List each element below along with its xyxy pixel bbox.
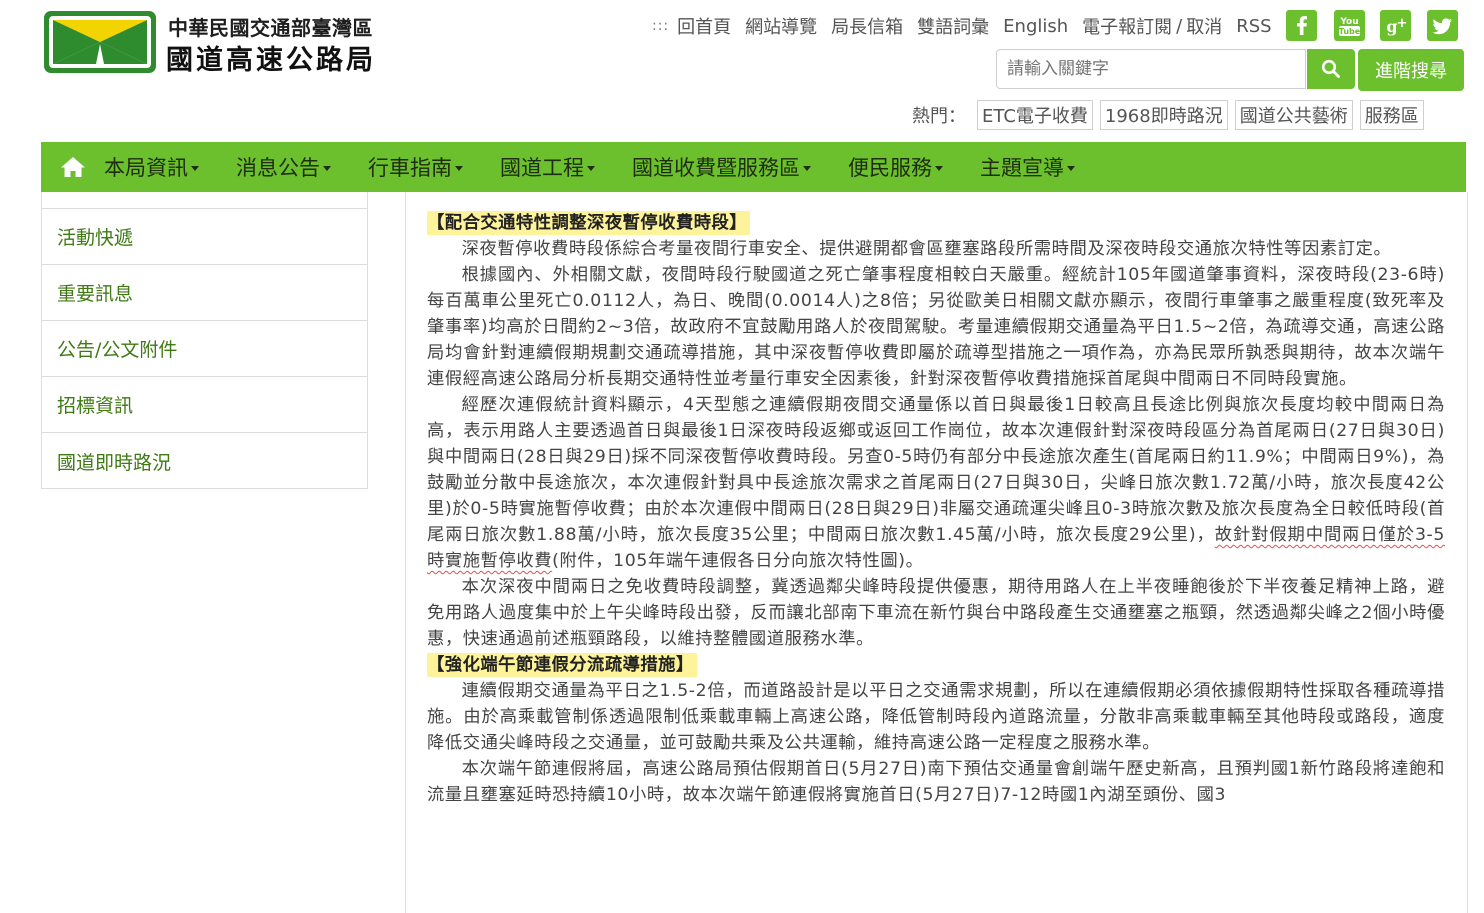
nav-news[interactable]: 消息公告 [236, 152, 331, 182]
link-newsletter-subscribe[interactable]: 電子報訂閱 [1082, 13, 1172, 39]
nav-label: 國道工程 [500, 156, 584, 180]
section-heading: 【配合交通特性調整深夜暫停收費時段】 [427, 211, 751, 235]
twitter-icon [1427, 10, 1458, 41]
nav-promotions[interactable]: 主題宣導 [980, 152, 1075, 182]
nav-label: 行車指南 [368, 156, 452, 180]
caret-down-icon [587, 165, 595, 171]
sidebar-item-realtime-traffic[interactable]: 國道即時路況 [42, 433, 367, 489]
link-separator: / [1176, 15, 1183, 37]
advanced-search-button[interactable]: 進階搜尋 [1358, 49, 1464, 91]
hot-keywords-label: 熱門： [912, 106, 966, 127]
nav-public-services[interactable]: 便民服務 [848, 152, 943, 182]
caret-down-icon [935, 165, 943, 171]
paragraph: 本次深夜中間兩日之免收費時段調整，冀透過鄰尖峰時段提供優惠，期待用路人在上半夜睡… [427, 577, 1445, 649]
hot-tag-1968-traffic[interactable]: 1968即時路況 [1099, 100, 1228, 130]
facebook-icon [1286, 10, 1317, 41]
search-input[interactable] [996, 49, 1306, 89]
paragraph: 根據國內、外相關文獻，夜間時段行駛國道之死亡肇事程度相較白天嚴重。經統計105年… [427, 265, 1445, 389]
freeway-bureau-logo-icon [44, 11, 156, 73]
search-icon [1321, 59, 1340, 78]
caret-down-icon [323, 165, 331, 171]
svg-text:+: + [1397, 16, 1408, 31]
caret-down-icon [191, 165, 199, 171]
paragraph-text: (附件，105年端午連假各日分向旅次特性圖)。 [552, 551, 924, 571]
top-utility-links: ::: 回首頁 網站導覽 局長信箱 雙語詞彙 English 電子報訂閱 / 取… [652, 12, 1272, 40]
twitter-link[interactable] [1427, 10, 1458, 41]
nav-freeway-engineering[interactable]: 國道工程 [500, 152, 595, 182]
nav-home-button[interactable] [41, 142, 104, 192]
paragraph-text: 經歷次連假統計資料顯示，4天型態之連續假期夜間交通量係以首日與最後1日較高且長途… [427, 395, 1445, 545]
search-button[interactable] [1307, 49, 1355, 89]
sidebar-top-divider [42, 192, 367, 209]
main-nav: 本局資訊 消息公告 行車指南 國道工程 國道收費暨服務區 便民服務 主題宣導 [41, 142, 1466, 192]
nav-driving-guide[interactable]: 行車指南 [368, 152, 463, 182]
nav-bureau-info[interactable]: 本局資訊 [104, 152, 199, 182]
sidebar-item-announcements[interactable]: 公告/公文附件 [42, 321, 367, 377]
logo-line-2: 國道高速公路局 [166, 45, 376, 76]
paragraph: 連續假期交通量為平日之1.5-2倍，而道路設計是以平日之交通需求規劃，所以在連續… [427, 681, 1445, 753]
sidebar-item-activities[interactable]: 活動快遞 [42, 209, 367, 265]
logo-line-1: 中華民國交通部臺灣區 [168, 16, 373, 40]
hot-tag-etc[interactable]: ETC電子收費 [977, 100, 1093, 130]
caret-down-icon [455, 165, 463, 171]
nav-toll-service-area[interactable]: 國道收費暨服務區 [632, 152, 811, 182]
paragraph: 經歷次連假統計資料顯示，4天型態之連續假期夜間交通量係以首日與最後1日較高且長途… [427, 392, 1445, 574]
svg-text:Tube: Tube [1339, 27, 1361, 36]
google-plus-icon: g + [1380, 10, 1411, 41]
article-body: 【配合交通特性調整深夜暫停收費時段】 深夜暫停收費時段係綜合考量夜間行車安全、提… [427, 210, 1445, 808]
section-heading: 【強化端午節連假分流疏導措施】 [427, 653, 697, 677]
nav-label: 消息公告 [236, 156, 320, 180]
link-newsletter-unsubscribe[interactable]: 取消 [1186, 13, 1222, 39]
nav-label: 本局資訊 [104, 156, 188, 180]
google-plus-link[interactable]: g + [1380, 10, 1411, 41]
link-home[interactable]: 回首頁 [677, 13, 731, 39]
nav-label: 便民服務 [848, 156, 932, 180]
youtube-icon: You Tube [1334, 10, 1365, 41]
link-rss[interactable]: RSS [1236, 16, 1271, 37]
sidebar-item-tenders[interactable]: 招標資訊 [42, 377, 367, 433]
link-director-mailbox[interactable]: 局長信箱 [831, 13, 903, 39]
paragraph: 本次端午節連假將屆，高速公路局預估假期首日(5月27日)南下預估交通量會創端午歷… [427, 759, 1445, 805]
article-panel: 【配合交通特性調整深夜暫停收費時段】 深夜暫停收費時段係綜合考量夜間行車安全、提… [405, 192, 1468, 913]
svg-text:You: You [1339, 17, 1358, 27]
site-logo[interactable]: 中華民國交通部臺灣區 國道高速公路局 [42, 10, 387, 76]
caret-down-icon [803, 165, 811, 171]
link-bilingual-glossary[interactable]: 雙語詞彙 [917, 13, 989, 39]
link-sitemap[interactable]: 網站導覽 [745, 13, 817, 39]
caret-down-icon [1067, 165, 1075, 171]
paragraph: 深夜暫停收費時段係綜合考量夜間行車安全、提供避開都會區壅塞路段所需時間及深夜時段… [461, 239, 1392, 259]
sidebar-item-important-news[interactable]: 重要訊息 [42, 265, 367, 321]
accesskey-icon[interactable]: ::: [652, 18, 669, 34]
facebook-link[interactable] [1286, 10, 1317, 41]
nav-label: 主題宣導 [980, 156, 1064, 180]
nav-label: 國道收費暨服務區 [632, 156, 800, 180]
hot-keywords: 熱門： ETC電子收費 1968即時路況 國道公共藝術 服務區 [912, 100, 1431, 130]
sidebar-menu: 活動快遞 重要訊息 公告/公文附件 招標資訊 國道即時路況 [41, 192, 368, 489]
hot-tag-service-area[interactable]: 服務區 [1359, 100, 1424, 130]
link-english[interactable]: English [1003, 16, 1068, 37]
youtube-link[interactable]: You Tube [1334, 10, 1365, 41]
home-icon [60, 157, 85, 177]
hot-tag-public-art[interactable]: 國道公共藝術 [1234, 100, 1353, 130]
